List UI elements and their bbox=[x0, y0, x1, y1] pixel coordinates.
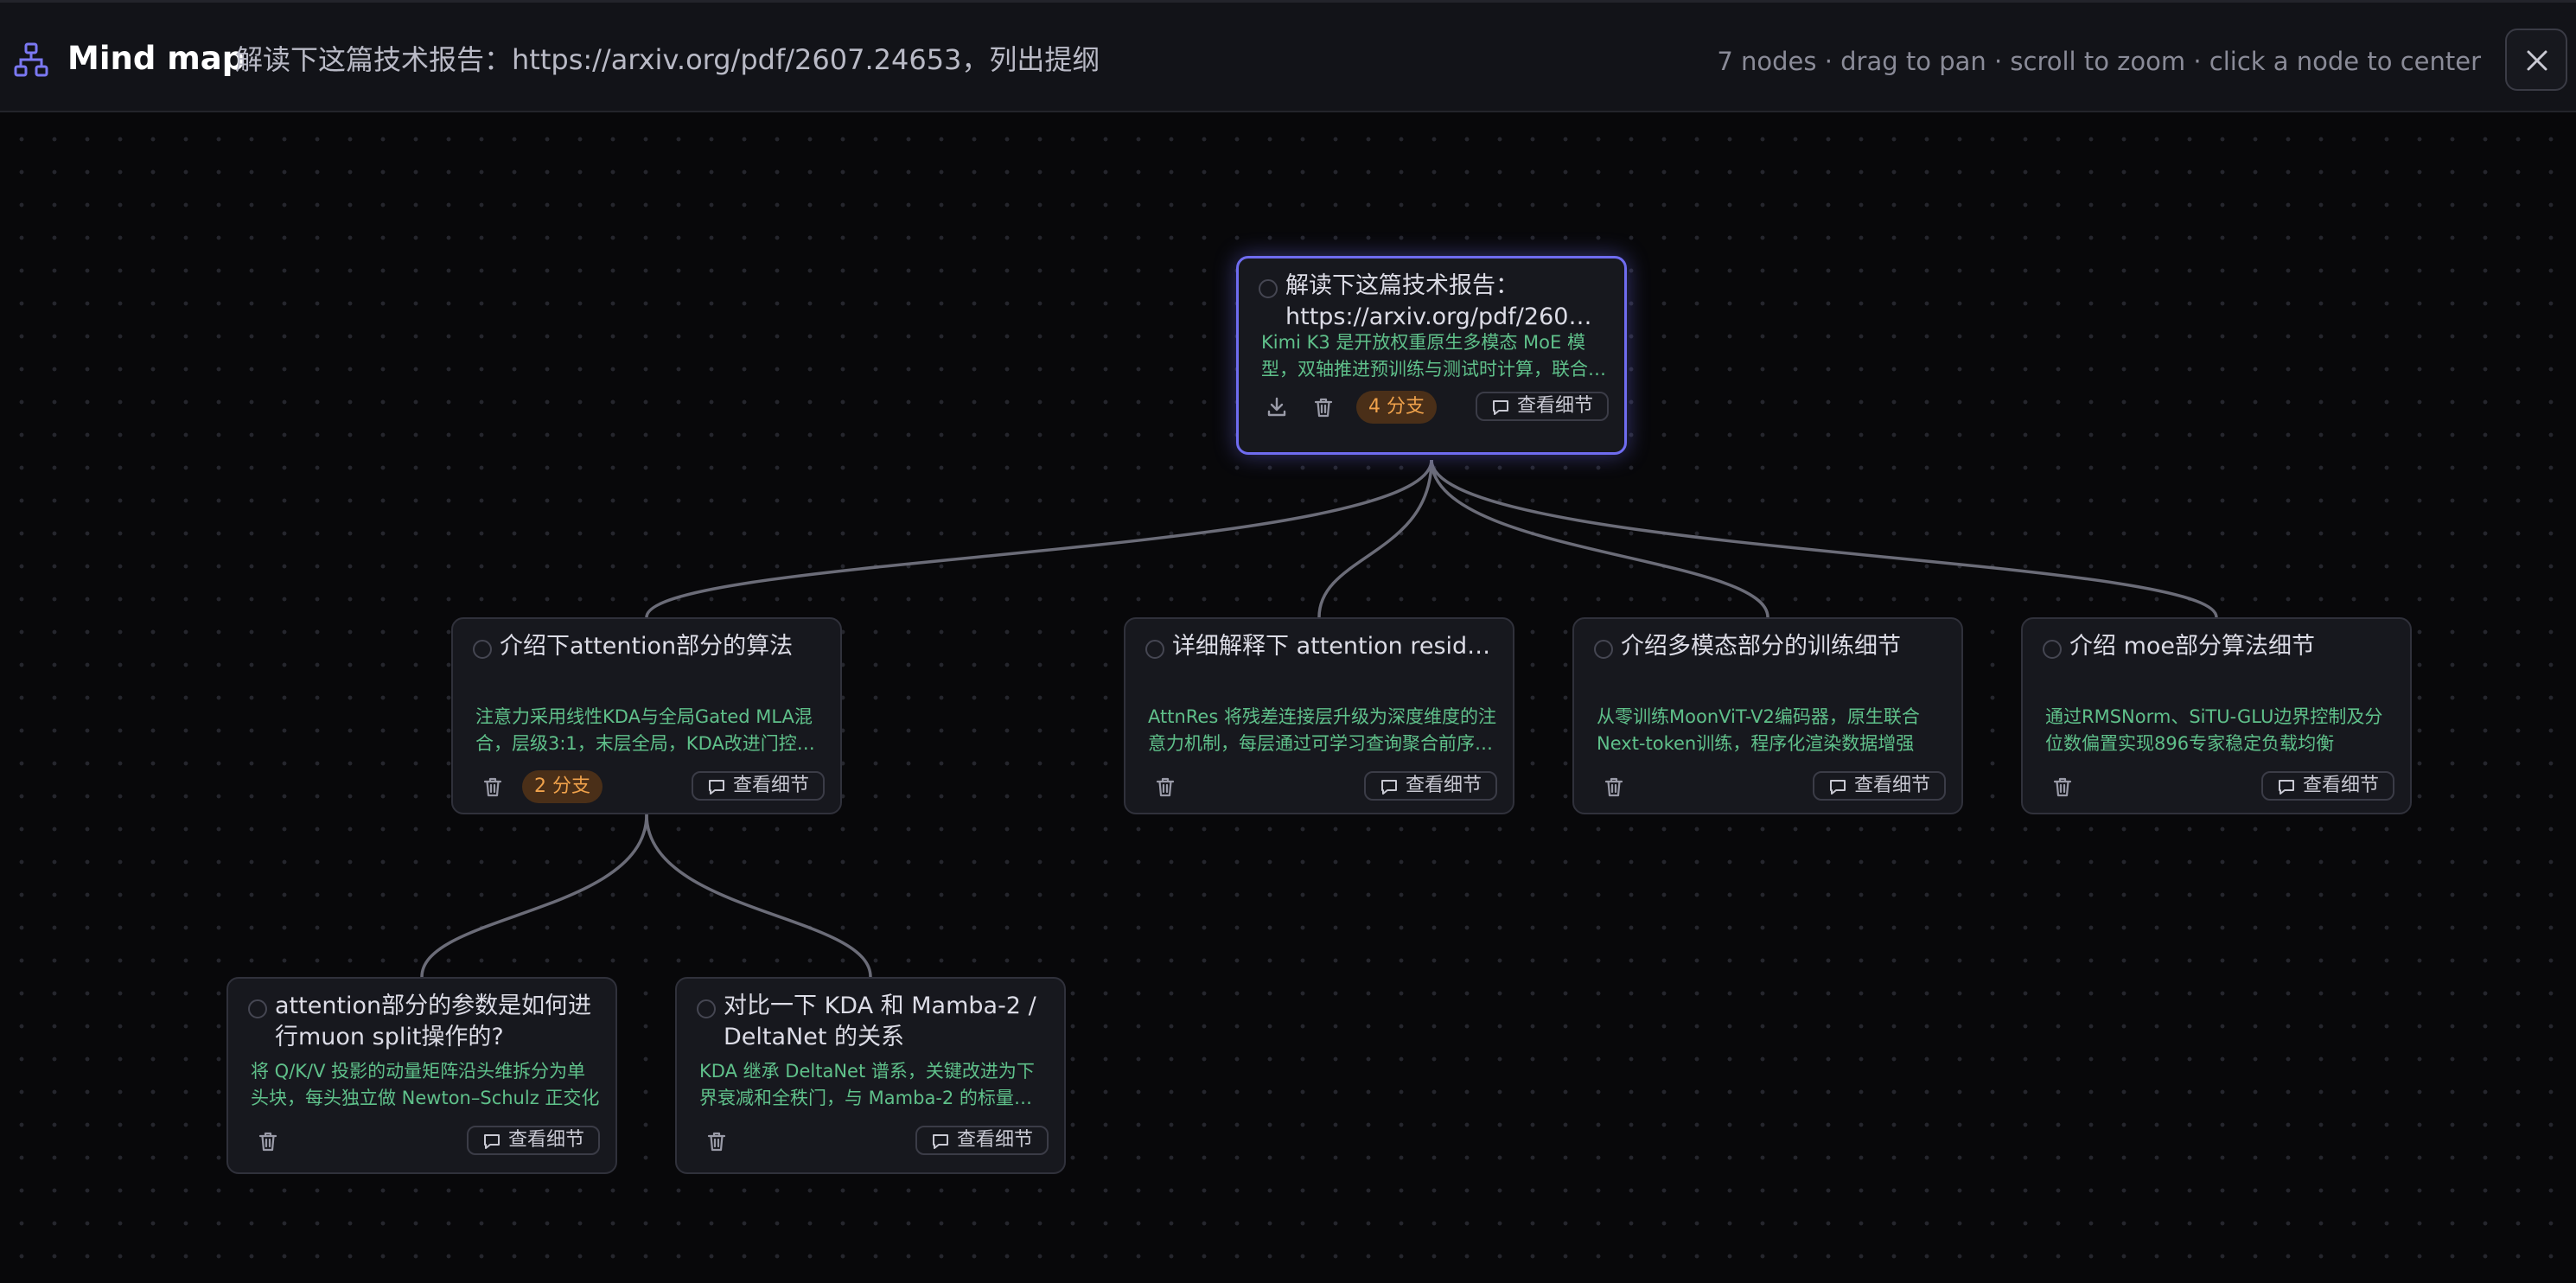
edge-attention-kda bbox=[645, 814, 872, 978]
node-status-dot bbox=[697, 999, 716, 1018]
mind-map-window: Mind map 解读下这篇技术报告：https://arxiv.org/pdf… bbox=[0, 0, 2576, 1283]
mind-map-node-kda-comparison[interactable]: 对比一下 KDA 和 Mamba-2 / DeltaNet 的关系 KDA 继承… bbox=[675, 977, 1066, 1174]
node-status-dot bbox=[1145, 640, 1164, 659]
app-title: Mind map bbox=[67, 40, 245, 77]
delete-button[interactable] bbox=[1311, 395, 1336, 419]
comment-icon bbox=[2278, 780, 2294, 795]
mind-map-node-multimodal[interactable]: 介绍多模态部分的训练细节 从零训练MoonViT-V2编码器，原生联合Next-… bbox=[1572, 617, 1963, 814]
comment-icon bbox=[932, 1134, 948, 1149]
trash-icon bbox=[258, 1132, 277, 1152]
trash-icon bbox=[483, 777, 502, 797]
node-status-dot bbox=[248, 999, 267, 1018]
mind-map-node-attention-residual[interactable]: 详细解释下 attention residual AttnRes 将残差连接层升… bbox=[1124, 617, 1514, 814]
map-title: 解读下这篇技术报告：https://arxiv.org/pdf/2607.246… bbox=[235, 43, 1100, 76]
view-details-button[interactable]: 查看细节 bbox=[1475, 392, 1609, 421]
mind-map-node-moe[interactable]: 介绍 moe部分算法细节 通过RMSNorm、SiTU-GLU边界控制及分位数偏… bbox=[2021, 617, 2412, 814]
header-bar: Mind map 解读下这篇技术报告：https://arxiv.org/pdf… bbox=[0, 0, 2576, 112]
node-status-dot bbox=[1594, 640, 1613, 659]
node-status-dot bbox=[1259, 279, 1278, 298]
node-summary: Kimi K3 是开放权重原生多模态 MoE 模型，双轴推进预训练与测试时计算，… bbox=[1261, 332, 1606, 380]
node-summary: AttnRes 将残差连接层升级为深度维度的注意力机制，每层通过可学习查询聚合前… bbox=[1148, 706, 1496, 754]
delete-button[interactable] bbox=[481, 775, 505, 799]
view-details-button[interactable]: 查看细节 bbox=[1363, 771, 1497, 801]
view-details-label: 查看细节 bbox=[956, 1129, 1033, 1151]
edge-attention-muon bbox=[420, 814, 648, 978]
node-summary: 从零训练MoonViT-V2编码器，原生联合Next-token训练，程序化渲染… bbox=[1597, 706, 1920, 754]
comment-icon bbox=[1492, 400, 1508, 415]
view-details-button[interactable]: 查看细节 bbox=[691, 771, 825, 801]
node-summary: 将 Q/K/V 投影的动量矩阵沿头维拆分为单头块，每头独立做 Newton–Sc… bbox=[251, 1061, 600, 1108]
edge-root-attention bbox=[645, 459, 1433, 618]
view-details-label: 查看细节 bbox=[2302, 775, 2379, 796]
trash-icon bbox=[707, 1132, 726, 1152]
view-details-button[interactable]: 查看细节 bbox=[2260, 771, 2394, 801]
download-icon bbox=[1267, 397, 1286, 417]
node-title: 对比一下 KDA 和 Mamba-2 / DeltaNet 的关系 bbox=[724, 993, 1036, 1050]
view-details-button[interactable]: 查看细节 bbox=[466, 1126, 600, 1155]
node-summary: KDA 继承 DeltaNet 谱系，关键改进为下界衰减和全秩门，与 Mamba… bbox=[699, 1061, 1035, 1108]
delete-button[interactable] bbox=[2050, 775, 2075, 799]
node-title: 介绍 moe部分算法细节 bbox=[2069, 633, 2316, 660]
mind-map-node-root[interactable]: 解读下这篇技术报告：https://arxiv.org/pdf/2607.246… bbox=[1236, 256, 1627, 455]
node-title: 介绍多模态部分的训练细节 bbox=[1621, 633, 1901, 660]
view-details-button[interactable]: 查看细节 bbox=[915, 1126, 1049, 1155]
usage-hint: 7 nodes · drag to pan · scroll to zoom ·… bbox=[1717, 47, 2481, 76]
mind-map-node-muon-split[interactable]: attention部分的参数是如何进行muon split操作的? 将 Q/K/… bbox=[226, 977, 617, 1174]
view-details-label: 查看细节 bbox=[507, 1129, 584, 1151]
node-title: attention部分的参数是如何进行muon split操作的? bbox=[275, 993, 592, 1050]
trash-icon bbox=[2053, 777, 2072, 797]
node-status-dot bbox=[473, 640, 492, 659]
delete-button[interactable] bbox=[256, 1129, 280, 1153]
view-details-label: 查看细节 bbox=[1516, 395, 1593, 417]
delete-button[interactable] bbox=[705, 1129, 729, 1153]
delete-button[interactable] bbox=[1153, 775, 1177, 799]
trash-icon bbox=[1314, 398, 1333, 418]
view-details-label: 查看细节 bbox=[1853, 775, 1930, 796]
delete-button[interactable] bbox=[1602, 775, 1626, 799]
close-button[interactable] bbox=[2505, 29, 2567, 91]
branch-count-badge: 2 分支 bbox=[522, 770, 603, 803]
comment-icon bbox=[708, 780, 724, 795]
node-title: 详细解释下 attention residual bbox=[1172, 633, 1492, 660]
node-title: 解读下这篇技术报告：https://arxiv.org/pdf/2607.246… bbox=[1285, 272, 1605, 330]
hierarchy-icon bbox=[14, 42, 48, 77]
view-details-label: 查看细节 bbox=[732, 775, 809, 796]
mind-map-node-attention[interactable]: 介绍下attention部分的算法 注意力采用线性KDA与全局Gated MLA… bbox=[451, 617, 842, 814]
node-summary: 注意力采用线性KDA与全局Gated MLA混合，层级3:1，末层全局，KDA改… bbox=[475, 706, 815, 754]
node-title: 介绍下attention部分的算法 bbox=[500, 633, 794, 660]
trash-icon bbox=[1604, 777, 1623, 797]
view-details-button[interactable]: 查看细节 bbox=[1812, 771, 1946, 801]
node-summary: 通过RMSNorm、SiTU-GLU边界控制及分位数偏置实现896专家稳定负载均… bbox=[2045, 706, 2383, 754]
close-icon bbox=[2527, 50, 2547, 71]
node-status-dot bbox=[2043, 640, 2062, 659]
comment-icon bbox=[483, 1134, 500, 1149]
comment-icon bbox=[1380, 780, 1397, 795]
view-details-label: 查看细节 bbox=[1405, 775, 1482, 796]
download-button[interactable] bbox=[1265, 395, 1289, 419]
mind-map-canvas[interactable]: 解读下这篇技术报告：https://arxiv.org/pdf/2607.246… bbox=[0, 114, 2576, 1283]
trash-icon bbox=[1156, 777, 1175, 797]
branch-count-badge: 4 分支 bbox=[1356, 391, 1437, 424]
comment-icon bbox=[1829, 780, 1846, 795]
